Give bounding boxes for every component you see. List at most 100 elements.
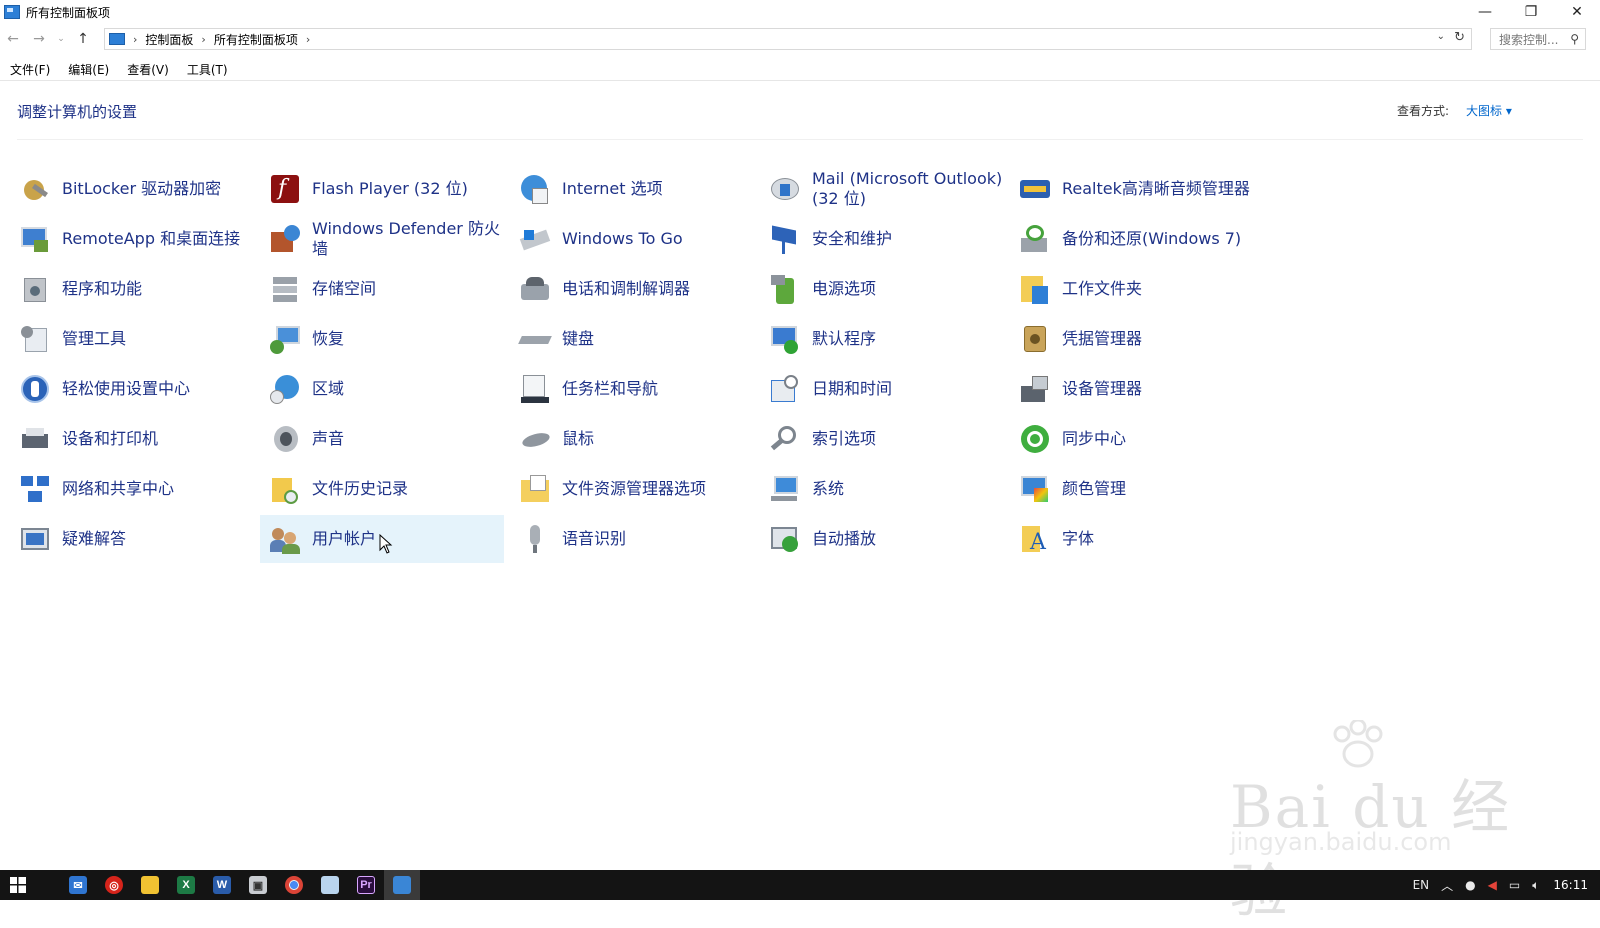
menu-file[interactable]: 文件(F) [10, 61, 50, 78]
item-credential-manager[interactable]: 凭据管理器 [1010, 315, 1254, 363]
start-button[interactable] [0, 870, 36, 900]
menu-view[interactable]: 查看(V) [127, 61, 169, 78]
item-autoplay[interactable]: 自动播放 [760, 515, 1004, 563]
item-power-options[interactable]: 电源选项 [760, 265, 1004, 313]
premiere-icon: Pr [357, 876, 375, 894]
search-icon[interactable]: ⚲ [1570, 32, 1579, 46]
item-programs[interactable]: 程序和功能 [10, 265, 254, 313]
item-speech-recognition[interactable]: 语音识别 [510, 515, 754, 563]
item-internet-options[interactable]: Internet 选项 [510, 165, 754, 213]
menu-bar: 文件(F) 编辑(E) 查看(V) 工具(T) [0, 58, 246, 80]
realtek-audio-icon [1018, 172, 1052, 206]
item-explorer-options[interactable]: 文件资源管理器选项 [510, 465, 754, 513]
taskbar-app-chrome[interactable] [276, 870, 312, 900]
item-sound[interactable]: 声音 [260, 415, 504, 463]
search-placeholder: 搜索控制... [1499, 32, 1559, 47]
volume-icon[interactable]: 🔈︎ [1532, 878, 1539, 893]
item-mouse[interactable]: 鼠标 [510, 415, 754, 463]
input-language[interactable]: EN [1413, 878, 1430, 892]
item-keyboard[interactable]: 键盘 [510, 315, 754, 363]
item-backup-restore[interactable]: 备份和还原(Windows 7) [1010, 215, 1254, 263]
item-network-sharing[interactable]: 网络和共享中心 [10, 465, 254, 513]
search-input[interactable]: 搜索控制... ⚲ [1490, 28, 1586, 50]
item-sync-center[interactable]: 同步中心 [1010, 415, 1254, 463]
close-button[interactable]: ✕ [1554, 0, 1600, 24]
back-arrow-icon[interactable]: ← [0, 27, 26, 51]
control-panel-icon [393, 876, 411, 894]
device-manager-icon [1018, 372, 1052, 406]
notepad-icon [321, 876, 339, 894]
item-date-time[interactable]: 日期和时间 [760, 365, 1004, 413]
item-remoteapp[interactable]: RemoteApp 和桌面连接 [10, 215, 254, 263]
control-panel-crumb-icon [109, 33, 125, 45]
item-color-management[interactable]: 颜色管理 [1010, 465, 1254, 513]
chevron-right-icon[interactable]: › [306, 33, 310, 46]
taskbar-app-premiere[interactable]: Pr [348, 870, 384, 900]
refresh-icon[interactable]: ↻ [1454, 30, 1465, 45]
chrome-icon [285, 876, 303, 894]
antivirus-icon[interactable]: ◀ [1488, 878, 1497, 892]
item-device-manager[interactable]: 设备管理器 [1010, 365, 1254, 413]
item-file-history[interactable]: 文件历史记录 [260, 465, 504, 513]
restore-button[interactable]: ❐ [1508, 0, 1554, 24]
clock[interactable]: 16:11 [1553, 878, 1588, 892]
system-monitor-icon [768, 472, 802, 506]
item-work-folders[interactable]: 工作文件夹 [1010, 265, 1254, 313]
fonts-folder-icon: A [1018, 522, 1052, 556]
taskbar-app-explorer[interactable] [132, 870, 168, 900]
item-default-programs[interactable]: 默认程序 [760, 315, 1004, 363]
item-flash-player[interactable]: f Flash Player (32 位) [260, 165, 504, 213]
item-mail[interactable]: Mail (Microsoft Outlook) (32 位) [760, 165, 1004, 213]
item-storage-spaces[interactable]: 存储空间 [260, 265, 504, 313]
item-admin-tools[interactable]: 管理工具 [10, 315, 254, 363]
recent-chevron-icon[interactable]: ⌄ [52, 27, 70, 51]
usb-drive-icon [518, 222, 552, 256]
divider [17, 139, 1583, 140]
phone-modem-icon [518, 272, 552, 306]
item-troubleshooting[interactable]: 疑难解答 [10, 515, 254, 563]
backup-restore-icon [1018, 222, 1052, 256]
item-security-maintenance[interactable]: 安全和维护 [760, 215, 1004, 263]
item-fonts[interactable]: A 字体 [1010, 515, 1254, 563]
credential-vault-icon [1018, 322, 1052, 356]
network-status-icon[interactable]: ▭ [1509, 878, 1520, 892]
user-accounts-icon [268, 522, 302, 556]
taskbar-app-media[interactable]: ▣ [240, 870, 276, 900]
taskbar-app-word[interactable]: W [204, 870, 240, 900]
chevron-right-icon[interactable]: › [201, 33, 205, 46]
breadcrumb-all-items[interactable]: 所有控制面板项 [214, 31, 298, 48]
item-devices-printers[interactable]: 设备和打印机 [10, 415, 254, 463]
item-recovery[interactable]: 恢复 [260, 315, 504, 363]
up-arrow-icon[interactable]: ↑ [70, 27, 96, 51]
taskbar-app-control-panel[interactable] [384, 870, 420, 900]
qq-icon[interactable]: ● [1465, 878, 1475, 892]
minimize-button[interactable]: — [1462, 0, 1508, 24]
menu-tools[interactable]: 工具(T) [187, 61, 228, 78]
title-bar[interactable]: 所有控制面板项 — ❐ ✕ [0, 0, 1600, 24]
chevron-right-icon[interactable]: › [133, 33, 137, 46]
taskbar-app-netease[interactable]: ◎ [96, 870, 132, 900]
item-region[interactable]: 区域 [260, 365, 504, 413]
taskbar-app-excel[interactable]: X [168, 870, 204, 900]
calendar-clock-icon [768, 372, 802, 406]
taskbar-app-notepad[interactable] [312, 870, 348, 900]
menu-edit[interactable]: 编辑(E) [68, 61, 109, 78]
item-indexing-options[interactable]: 索引选项 [760, 415, 1004, 463]
globe-clock-icon [268, 372, 302, 406]
view-by-dropdown[interactable]: 大图标 ▾ [1466, 102, 1512, 119]
item-firewall[interactable]: Windows Defender 防火墙 [260, 215, 504, 263]
item-taskbar-navigation[interactable]: 任务栏和导航 [510, 365, 754, 413]
item-system[interactable]: 系统 [760, 465, 1004, 513]
breadcrumb-control-panel[interactable]: 控制面板 [145, 31, 193, 48]
item-phone-modem[interactable]: 电话和调制解调器 [510, 265, 754, 313]
taskbar-app-mail[interactable]: ✉ [60, 870, 96, 900]
item-windows-to-go[interactable]: Windows To Go [510, 215, 754, 263]
chevron-down-icon[interactable]: ⌄ [1437, 31, 1445, 42]
item-bitlocker[interactable]: BitLocker 驱动器加密 [10, 165, 254, 213]
item-ease-of-access[interactable]: 轻松使用设置中心 [10, 365, 254, 413]
chevron-up-icon[interactable]: ︿ [1441, 877, 1453, 894]
address-bar[interactable]: › 控制面板 › 所有控制面板项 › ⌄ ↻ [104, 28, 1472, 50]
keyboard-icon [518, 322, 552, 356]
forward-arrow-icon[interactable]: → [26, 27, 52, 51]
item-realtek-audio[interactable]: Realtek高清晰音频管理器 [1010, 165, 1254, 213]
